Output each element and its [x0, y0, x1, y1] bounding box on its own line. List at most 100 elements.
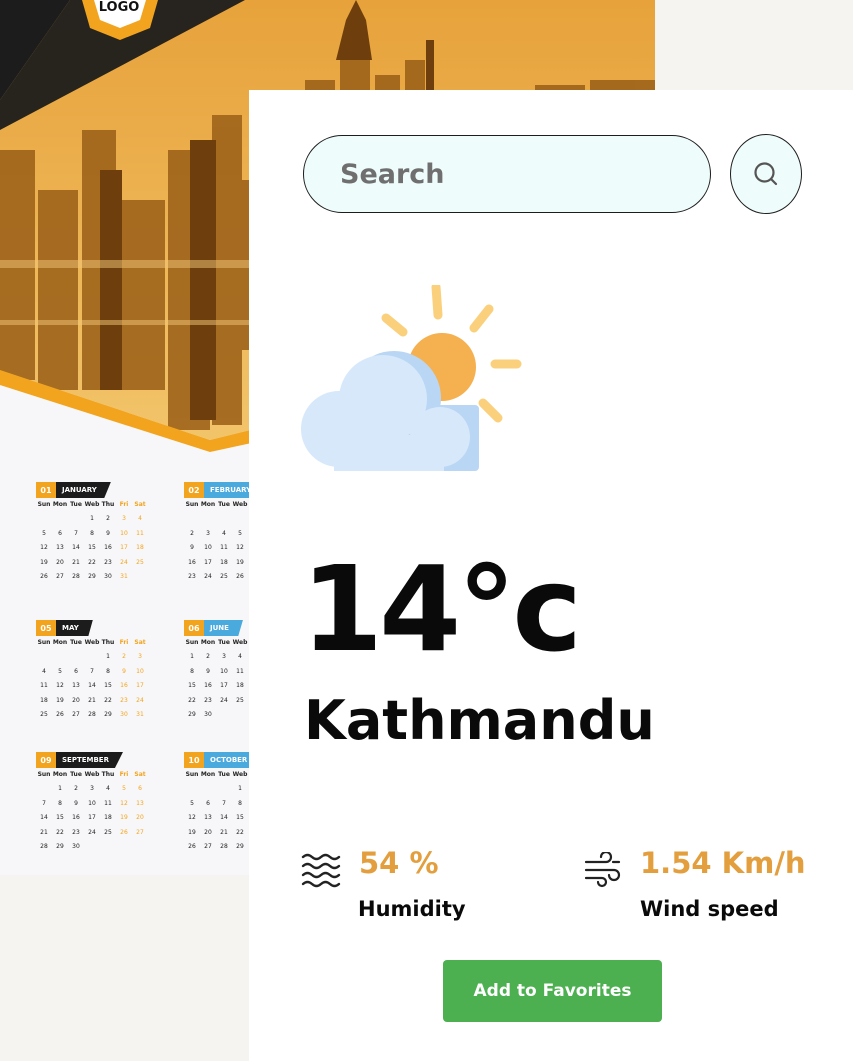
calendar-date: 16	[120, 682, 128, 689]
calendar-date: 26	[236, 573, 244, 580]
calendar-date: 20	[72, 696, 80, 704]
calendar-day-header: Thu	[101, 639, 115, 646]
calendar-date: 23	[188, 573, 196, 580]
calendar-date: 22	[236, 828, 244, 836]
calendar-date: 1	[90, 515, 94, 522]
partly-cloudy-icon	[301, 285, 522, 471]
calendar-date: 17	[88, 814, 96, 821]
calendar-date: 12	[236, 544, 244, 551]
calendar-day-header: Mon	[200, 771, 216, 778]
add-to-favorites-button[interactable]: Add to Favorites	[443, 960, 662, 1022]
calendar-date: 18	[40, 696, 48, 704]
calendar-date: 30	[104, 573, 112, 580]
calendar-day-header: Sat	[134, 639, 146, 646]
calendar-date: 23	[72, 828, 80, 836]
calendar-date: 7	[90, 667, 94, 675]
calendar-day-header: Mon	[52, 501, 68, 508]
calendar-date: 24	[136, 696, 144, 704]
wind-speed-label: Wind speed	[640, 897, 779, 921]
calendar-day-header: Thu	[101, 501, 115, 508]
calendar-day-headers: SunMonTueWebThu Fri Sat	[36, 636, 148, 650]
search-icon	[754, 162, 778, 186]
calendar-date	[52, 650, 68, 665]
calendar-date: 18	[220, 558, 228, 566]
calendar-date: 7	[42, 799, 46, 807]
calendar-date	[200, 512, 216, 527]
calendar-date	[100, 840, 116, 855]
calendar-day-header: Web	[232, 639, 248, 646]
calendar-date: 17	[120, 544, 128, 551]
calendar-month: 01 JANUARY Sun Mon Tue Web Thu Fri Sat 1 2 3 4 5 6 7 8 9 1…	[36, 482, 148, 585]
calendar-date	[132, 840, 148, 855]
calendar-date: 24	[220, 696, 228, 704]
calendar-date: 10	[204, 544, 212, 551]
calendar-date: 19	[40, 558, 48, 566]
calendar-week-row: 26 27 28 29 30 31	[36, 570, 148, 585]
calendar-day-header: Fri	[119, 639, 129, 646]
calendar-date: 11	[40, 682, 48, 689]
calendar-day-header: Mon	[200, 639, 216, 646]
search-input[interactable]	[303, 135, 711, 213]
calendar-date: 8	[190, 667, 194, 675]
calendar-week-row: 4 5 6 7 8 9 10	[36, 665, 148, 680]
calendar-date: 9	[190, 544, 194, 551]
calendar-date: 22	[104, 696, 112, 704]
calendar-date: 22	[56, 828, 64, 836]
calendar-date: 19	[236, 558, 244, 566]
calendar-date: 12	[188, 814, 196, 821]
calendar-date: 29	[236, 843, 244, 850]
calendar-date: 2	[206, 653, 210, 660]
calendar-date: 12	[56, 682, 64, 689]
calendar-date: 24	[88, 828, 96, 836]
calendar-month-header: 01 JANUARY	[36, 482, 148, 498]
calendar-month-number: 02	[184, 482, 204, 498]
calendar-date: 2	[122, 653, 126, 660]
calendar-month-name: SEPTEMBER	[56, 752, 123, 768]
calendar-week-row: 11 12 13 14 15 16 17	[36, 679, 148, 694]
calendar-day-header: Web	[84, 771, 100, 778]
calendar-date: 31	[136, 711, 144, 718]
calendar-date: 13	[204, 814, 212, 821]
calendar-date	[132, 570, 148, 585]
calendar-date: 5	[122, 785, 126, 792]
calendar-day-header: Sun	[185, 771, 199, 778]
calendar-day-header: Tue	[70, 501, 82, 508]
calendar-day-header: Sun	[185, 639, 199, 646]
calendar-date: 8	[238, 799, 242, 807]
calendar-date: 2	[74, 785, 78, 792]
search-button[interactable]	[730, 134, 802, 214]
calendar-month-name: JANUARY	[56, 482, 111, 498]
calendar-date: 3	[222, 653, 226, 660]
calendar-day-headers: SunMonTueWebThu Fri Sat	[36, 498, 148, 512]
calendar-day-header: Sat	[134, 771, 146, 778]
calendar-day-header: Mon	[200, 501, 216, 508]
calendar-date: 10	[220, 667, 228, 675]
calendar-date: 27	[56, 573, 64, 580]
calendar-date: 5	[42, 529, 46, 537]
calendar-date: 13	[56, 544, 64, 551]
calendar-day-header: Tue	[218, 501, 230, 508]
calendar-date: 13	[136, 799, 144, 807]
calendar-date	[84, 840, 100, 855]
calendar-date	[216, 782, 232, 797]
calendar-date: 19	[188, 828, 196, 836]
poster-logo-text: LOGO	[98, 0, 140, 15]
calendar-day-header: Tue	[70, 639, 82, 646]
calendar-month: 05 MAY Sun Mon Tue Web Thu Fri Sat 1 2 3 4 5 6 7 8 9 10 11 1…	[36, 620, 148, 723]
calendar-month-number: 01	[36, 482, 56, 498]
calendar-day-header: Sat	[134, 501, 146, 508]
calendar-date: 11	[236, 667, 244, 675]
calendar-date: 3	[138, 653, 142, 660]
calendar-date: 25	[104, 828, 112, 836]
calendar-date: 18	[136, 544, 144, 551]
city-name: Kathmandu	[304, 689, 655, 752]
calendar-date: 27	[136, 828, 144, 836]
calendar-week-row: 28 29 30	[36, 840, 148, 855]
calendar-date: 27	[72, 711, 80, 718]
calendar-date: 25	[136, 558, 144, 566]
calendar-day-header: Mon	[52, 771, 68, 778]
calendar-date: 14	[72, 544, 80, 551]
calendar-date: 3	[90, 785, 94, 792]
calendar-week-row: 1 2 3 4	[36, 512, 148, 527]
calendar-date: 15	[236, 814, 244, 821]
